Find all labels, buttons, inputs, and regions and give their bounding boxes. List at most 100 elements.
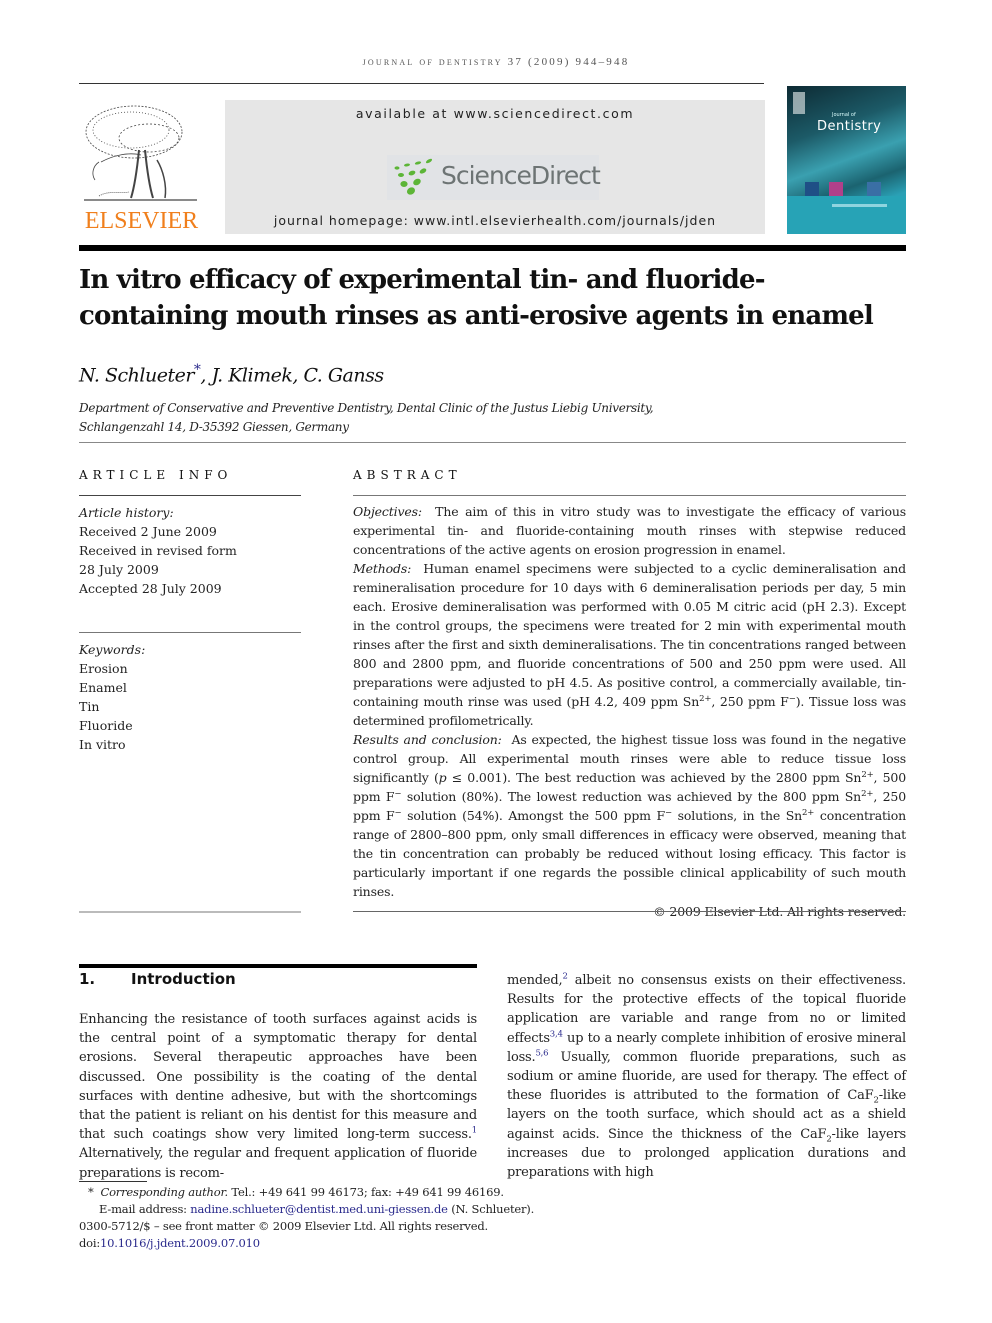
- section-heading-introduction: 1. Introduction: [79, 970, 236, 988]
- keywords-rule: [79, 632, 301, 633]
- keyword-item: In vitro: [79, 737, 126, 752]
- article-info-heading: ARTICLE INFO: [79, 468, 233, 482]
- keyword-item: Enamel: [79, 680, 127, 695]
- section-number: 1.: [79, 970, 96, 988]
- paragraph-text: Enhancing the resistance of tooth surfac…: [79, 1012, 477, 1143]
- paragraph: mended,2 albeit no consensus exists on t…: [507, 971, 906, 1182]
- results-text: solution (54%). Amongst the 500 ppm F: [401, 808, 666, 823]
- history-label: Article history:: [79, 505, 174, 520]
- cover-band-text: [832, 204, 887, 207]
- abstract-end-rule: [353, 911, 906, 912]
- affiliation-rule: [79, 442, 906, 443]
- objectives-text: The aim of this in vitro study was to in…: [353, 504, 906, 557]
- cover-title: Dentistry: [817, 119, 882, 134]
- corresponding-label: Corresponding author.: [100, 1185, 228, 1199]
- header-rule: [79, 83, 764, 84]
- history-item: Accepted 28 July 2009: [79, 581, 222, 596]
- section-title: Introduction: [131, 970, 236, 988]
- sciencedirect-wordmark: ScienceDirect: [441, 161, 601, 190]
- history-item: 28 July 2009: [79, 562, 159, 577]
- methods-label: Methods:: [353, 561, 412, 576]
- abstract-heading: ABSTRACT: [353, 468, 462, 482]
- cover-thumbnails: [805, 182, 901, 196]
- superscript: −: [788, 693, 796, 704]
- author-name: C. Ganss: [303, 364, 384, 387]
- sciencedirect-logo[interactable]: ScienceDirect: [387, 155, 601, 200]
- available-at-link[interactable]: available at www.sciencedirect.com: [225, 106, 765, 121]
- author-name: J. Klimek: [211, 364, 293, 387]
- results-text: solution (80%). The lowest reduction was…: [401, 789, 862, 804]
- affiliation-line: Department of Conservative and Preventiv…: [79, 401, 654, 415]
- keywords: Keywords: Erosion Enamel Tin Fluoride In…: [79, 640, 301, 754]
- paragraph-text: Alternatively, the regular and frequent …: [79, 1146, 477, 1181]
- email-link[interactable]: nadine.schlueter@dentist.med.uni-giessen…: [190, 1202, 448, 1216]
- section-rule: [79, 964, 477, 968]
- cover-band: [787, 196, 906, 234]
- citation-link[interactable]: 3,4: [550, 1029, 563, 1039]
- abstract-methods: Methods: Human enamel specimens were sub…: [353, 559, 906, 730]
- cover-badge: [793, 92, 805, 114]
- abstract-objectives: Objectives: The aim of this in vitro stu…: [353, 502, 906, 559]
- author-name: N. Schlueter: [79, 364, 194, 387]
- superscript: 2+: [861, 788, 874, 799]
- doi-line: doi:10.1016/j.jdent.2009.07.010: [79, 1235, 699, 1252]
- body-column-left: Enhancing the resistance of tooth surfac…: [79, 1010, 477, 1183]
- article-title: In vitro efficacy of experimental tin- a…: [79, 265, 874, 331]
- methods-text: Human enamel specimens were subjected to…: [353, 561, 906, 709]
- sciencedirect-dots-icon: [394, 158, 433, 195]
- journal-cover-image[interactable]: Journal of Dentistry: [787, 86, 906, 234]
- results-text: solutions, in the Sn: [672, 808, 803, 823]
- paragraph-text: mended,: [507, 973, 563, 988]
- superscript: −: [665, 807, 673, 818]
- keyword-item: Tin: [79, 699, 100, 714]
- keywords-label: Keywords:: [79, 642, 146, 657]
- cover-subtitle: Journal of: [832, 112, 856, 118]
- footnotes: * Corresponding author. Tel.: +49 641 99…: [79, 1184, 699, 1252]
- results-label: Results and conclusion:: [353, 732, 502, 747]
- doi-label: doi:: [79, 1236, 101, 1250]
- footnote-rule: [79, 1181, 147, 1182]
- history-item: Received 2 June 2009: [79, 524, 217, 539]
- journal-homepage-link[interactable]: journal homepage: www.intl.elsevierhealt…: [225, 213, 765, 228]
- results-text: ≤ 0.001). The best reduction was achieve…: [446, 770, 862, 785]
- author-separator: ,: [200, 364, 212, 387]
- email-note: E-mail address: nadine.schlueter@dentist…: [79, 1201, 699, 1218]
- article-info-end-rule: [79, 911, 301, 913]
- elsevier-wordmark: ELSEVIER: [84, 208, 199, 234]
- abstract-results: Results and conclusion: As expected, the…: [353, 730, 906, 901]
- objectives-label: Objectives:: [353, 504, 422, 519]
- contact-details: Tel.: +49 641 99 46173; fax: +49 641 99 …: [227, 1185, 504, 1199]
- title-rule: [79, 245, 906, 251]
- author-separator: ,: [292, 364, 304, 387]
- citation-link[interactable]: 1: [472, 1126, 477, 1136]
- paragraph: Enhancing the resistance of tooth surfac…: [79, 1010, 477, 1183]
- body-column-right: mended,2 albeit no consensus exists on t…: [507, 971, 906, 1182]
- abstract-body: Objectives: The aim of this in vitro stu…: [353, 502, 906, 921]
- corresponding-author-note: * Corresponding author. Tel.: +49 641 99…: [79, 1184, 699, 1201]
- abstract-rule: [353, 495, 906, 496]
- article-info-rule: [79, 495, 301, 496]
- superscript: 2+: [861, 769, 874, 780]
- sciencedirect-banner: available at www.sciencedirect.com Scien…: [225, 100, 765, 234]
- author-list: N. Schlueter*, J. Klimek, C. Ganss: [79, 362, 384, 386]
- doi-link[interactable]: 10.1016/j.jdent.2009.07.010: [100, 1236, 260, 1250]
- affiliation-line: Schlangenzahl 14, D-35392 Giessen, Germa…: [79, 420, 349, 434]
- elsevier-tree-icon: [84, 105, 197, 201]
- methods-text: , 250 ppm F: [711, 694, 789, 709]
- history-item: Received in revised form: [79, 543, 237, 558]
- elsevier-logo[interactable]: ELSEVIER: [79, 100, 204, 235]
- paragraph-text: Usually, common fluoride preparations, s…: [507, 1049, 906, 1104]
- keyword-item: Fluoride: [79, 718, 133, 733]
- article-history: Article history: Received 2 June 2009 Re…: [79, 503, 301, 598]
- keyword-item: Erosion: [79, 661, 128, 676]
- email-label: E-mail address:: [99, 1202, 191, 1216]
- superscript: 2+: [699, 693, 712, 704]
- running-head: journal of dentistry 37 (2009) 944–948: [362, 56, 630, 68]
- footnote-mark: *: [88, 1185, 94, 1199]
- affiliation: Department of Conservative and Preventiv…: [79, 399, 654, 437]
- issn-line: 0300-5712/$ – see front matter © 2009 El…: [79, 1219, 488, 1233]
- citation-link[interactable]: 5,6: [535, 1048, 548, 1058]
- p-value-symbol: p: [438, 770, 447, 785]
- superscript: −: [394, 807, 402, 818]
- email-suffix: (N. Schlueter).: [447, 1202, 535, 1216]
